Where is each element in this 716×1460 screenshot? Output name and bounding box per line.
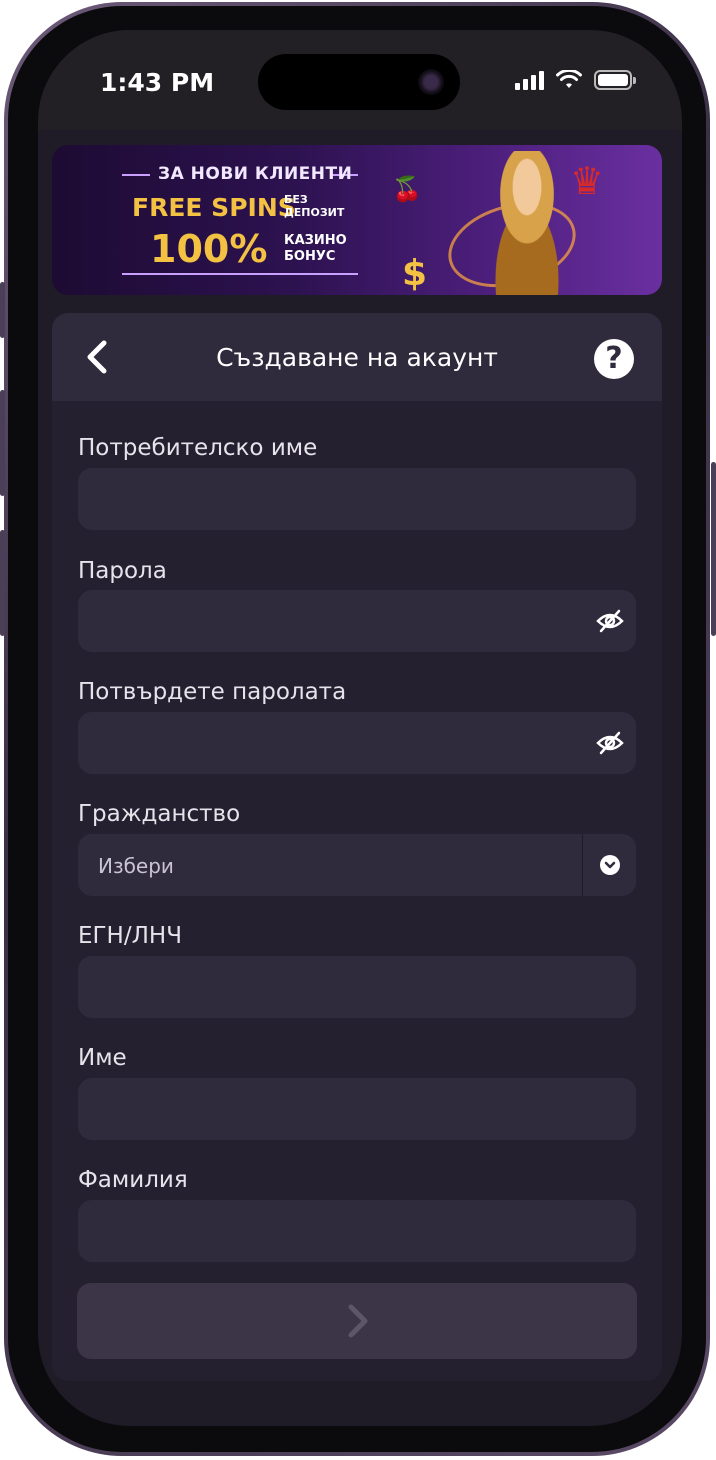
banner-headline: ЗА НОВИ КЛИЕНТИ [158, 164, 353, 184]
cherry-icon: 🍒 [392, 175, 422, 203]
crown-icon: ♛ [570, 159, 605, 203]
first-name-label: Име [78, 1045, 127, 1071]
citizenship-selected-value: Избери [98, 854, 174, 878]
volume-down-button [0, 530, 5, 636]
citizenship-label: Гражданство [78, 801, 241, 827]
page-title: Създаване на акаунт [216, 343, 498, 372]
next-button[interactable] [77, 1283, 637, 1359]
confirm-password-label: Потвърдете паролата [78, 679, 347, 705]
status-bar: 1:43 PM [38, 30, 682, 130]
password-input[interactable] [78, 590, 636, 652]
chevron-right-icon [348, 1304, 368, 1338]
status-time: 1:43 PM [100, 68, 215, 97]
username-label: Потребителско име [78, 435, 318, 461]
username-input[interactable] [78, 468, 636, 530]
volume-up-button [0, 390, 5, 496]
promo-banner[interactable]: ЗА НОВИ КЛИЕНТИ FREE SPINS БЕЗ ДЕПОЗИТ 1… [52, 145, 662, 295]
chevron-down-icon[interactable] [600, 855, 620, 875]
banner-divider [122, 273, 358, 275]
banner-divider [122, 174, 150, 176]
eye-slash-icon[interactable] [596, 731, 624, 755]
wifi-icon [556, 70, 582, 88]
citizenship-select[interactable]: Избери [78, 834, 636, 896]
egn-label: ЕГН/ЛНЧ [78, 923, 182, 949]
confirm-password-input[interactable] [78, 712, 636, 774]
banner-casino-bonus: КАЗИНО БОНУС [284, 233, 347, 264]
camera-icon [418, 69, 444, 95]
password-label: Парола [78, 558, 167, 584]
help-icon[interactable]: ? [594, 339, 634, 379]
banner-no-deposit: БЕЗ ДЕПОЗИТ [284, 193, 345, 219]
first-name-input[interactable] [78, 1078, 636, 1140]
egn-input[interactable] [78, 956, 636, 1018]
card-header: Създаване на акаунт ? [52, 313, 662, 401]
status-icons [515, 70, 636, 90]
select-divider [582, 834, 583, 896]
power-button [711, 462, 716, 636]
phone-frame: 1:43 PM ЗА НОВИ КЛИЕНТИ FREE SPINS БЕЗ Д… [4, 2, 710, 1456]
last-name-input[interactable] [78, 1200, 636, 1262]
banner-percent: 100% [150, 227, 268, 271]
eye-slash-icon[interactable] [596, 609, 624, 633]
screen: 1:43 PM ЗА НОВИ КЛИЕНТИ FREE SPINS БЕЗ Д… [38, 30, 682, 1426]
last-name-label: Фамилия [78, 1167, 188, 1193]
battery-icon [594, 70, 636, 90]
registration-card: Създаване на акаунт ? Потребителско име … [52, 313, 662, 1381]
dynamic-island [258, 54, 460, 110]
dollar-icon: $ [402, 253, 428, 294]
banner-free-spins: FREE SPINS [132, 193, 296, 222]
action-button [0, 282, 5, 338]
banner-model-image [472, 151, 582, 295]
cellular-signal-icon [515, 70, 544, 90]
phone-bezel: 1:43 PM ЗА НОВИ КЛИЕНТИ FREE SPINS БЕЗ Д… [8, 6, 706, 1452]
